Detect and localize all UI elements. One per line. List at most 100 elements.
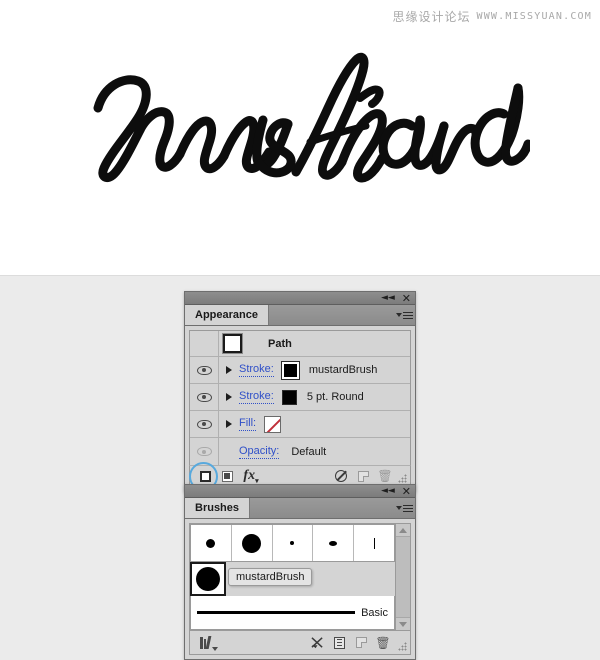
brush-libraries-icon	[200, 635, 212, 649]
duplicate-page-icon	[357, 470, 369, 482]
scroll-down-button[interactable]	[396, 617, 410, 630]
target-label: Path	[268, 337, 292, 350]
appearance-body: Path Stroke: mustardBrush Stroke: 5 pt. …	[185, 326, 415, 491]
add-new-fill-button[interactable]	[216, 467, 238, 485]
chevron-down-icon	[211, 646, 218, 651]
brushes-panel[interactable]: ◄◄ ✕ Brushes mustardBrush Basic 🗑	[184, 484, 416, 660]
resize-grip[interactable]	[398, 642, 407, 651]
visibility-toggle-stroke-2[interactable]	[190, 384, 219, 410]
basic-brush-label: Basic	[361, 606, 388, 619]
watermark-url: WWW.MISSYUAN.COM	[476, 11, 592, 22]
stroke-swatch-2[interactable]	[281, 389, 297, 405]
panel-menu-button[interactable]	[393, 498, 415, 518]
hamburger-icon	[402, 311, 413, 319]
watermark: 思缘设计论坛 WWW.MISSYUAN.COM	[392, 8, 592, 25]
brush-line-thin[interactable]	[354, 525, 394, 561]
appearance-row-fill[interactable]: Fill:	[190, 411, 410, 438]
brushes-main-column: mustardBrush Basic	[190, 524, 395, 630]
new-brush-button[interactable]	[350, 634, 372, 652]
brush-thumb	[373, 537, 375, 549]
tooltip-mustardbrush: mustardBrush	[228, 568, 313, 586]
stroke-value-2: 5 pt. Round	[306, 391, 364, 403]
opacity-value: Default	[291, 445, 327, 458]
circle-slash-icon	[335, 470, 347, 482]
watermark-site-name: 思缘设计论坛	[392, 10, 471, 24]
add-new-effect-button[interactable]: fx▾	[238, 467, 264, 485]
duplicate-item-button[interactable]	[352, 467, 374, 485]
mustard-lettering-artwork[interactable]	[60, 50, 530, 190]
eye-icon	[196, 419, 212, 429]
stroke-swatch-1[interactable]	[280, 360, 300, 380]
scroll-up-button[interactable]	[396, 524, 410, 537]
appearance-tabbar: Appearance	[185, 305, 415, 326]
brush-libraries-menu-button[interactable]	[194, 634, 224, 652]
appearance-row-stroke-2[interactable]: Stroke: 5 pt. Round	[190, 384, 410, 411]
brush-dot-small[interactable]	[191, 525, 232, 561]
opacity-label[interactable]: Opacity:	[239, 445, 280, 459]
fill-swatch-none[interactable]	[264, 415, 282, 433]
brushes-footer-toolbar: 🗑	[189, 631, 411, 655]
fx-icon: fx▾	[243, 467, 259, 485]
hamburger-icon	[402, 504, 413, 512]
close-icon[interactable]: ✕	[402, 293, 411, 304]
target-eye-placeholder	[190, 331, 219, 356]
brush-options-button[interactable]	[328, 634, 350, 652]
remove-brush-stroke-button[interactable]	[306, 634, 328, 652]
disclosure-triangle-stroke-1[interactable]	[219, 366, 239, 374]
stroke-label-1[interactable]: Stroke:	[239, 363, 274, 377]
appearance-row-stroke-1[interactable]: Stroke: mustardBrush	[190, 357, 410, 384]
appearance-titlebar[interactable]: ◄◄ ✕	[185, 292, 415, 305]
scrollbar-track[interactable]	[396, 537, 410, 617]
disclosure-triangle-fill[interactable]	[219, 420, 239, 428]
disclosure-triangle-stroke-2[interactable]	[219, 393, 239, 401]
appearance-row-opacity[interactable]: Opacity: Default	[190, 438, 410, 465]
eye-icon-disabled	[196, 447, 212, 456]
brushes-content: mustardBrush Basic	[189, 523, 411, 631]
tab-appearance-label: Appearance	[195, 309, 258, 321]
tab-brushes-label: Brushes	[195, 502, 240, 514]
brush-dot-large[interactable]	[231, 525, 273, 561]
new-stroke-icon	[199, 470, 211, 482]
visibility-toggle-fill[interactable]	[190, 411, 219, 437]
tabbar-filler	[269, 305, 393, 325]
delete-brush-button[interactable]: 🗑	[372, 634, 394, 652]
brush-oval-small[interactable]	[313, 525, 355, 561]
tab-brushes[interactable]: Brushes	[185, 498, 251, 518]
brush-thumb	[329, 540, 338, 546]
trash-icon: 🗑	[377, 469, 393, 483]
path-thumbnail-icon	[222, 333, 243, 354]
brushes-grid-row-2: mustardBrush	[190, 562, 395, 596]
trash-icon: 🗑	[375, 635, 391, 650]
brushes-scrollbar[interactable]	[395, 524, 410, 630]
close-icon[interactable]: ✕	[402, 486, 411, 497]
panel-menu-button[interactable]	[393, 305, 415, 325]
collapse-double-arrow-icon[interactable]: ◄◄	[381, 293, 395, 303]
visibility-toggle-opacity	[190, 438, 219, 465]
new-fill-icon	[221, 470, 233, 482]
fill-label[interactable]: Fill:	[239, 417, 257, 431]
brush-item-mustardbrush[interactable]	[190, 562, 226, 596]
resize-grip[interactable]	[398, 474, 407, 483]
brush-thumb	[206, 538, 216, 548]
triangle-right-icon	[226, 420, 232, 428]
delete-item-button[interactable]: 🗑	[374, 467, 396, 485]
appearance-target-row[interactable]: Path	[190, 331, 410, 357]
appearance-panel[interactable]: ◄◄ ✕ Appearance Path Stroke: mustardBrus…	[184, 291, 416, 492]
triangle-right-icon	[226, 366, 232, 374]
stroke-label-2[interactable]: Stroke:	[239, 390, 274, 404]
brush-thumb	[242, 533, 262, 553]
clear-appearance-button[interactable]	[330, 467, 352, 485]
tab-appearance[interactable]: Appearance	[185, 305, 269, 325]
add-new-stroke-button[interactable]	[189, 462, 218, 491]
brush-item-basic[interactable]: Basic	[190, 596, 395, 630]
tabbar-filler	[250, 498, 393, 518]
brush-thumb	[290, 541, 295, 545]
brushes-titlebar[interactable]: ◄◄ ✕	[185, 485, 415, 498]
brushes-grid-row-1	[190, 524, 395, 562]
brushes-tabbar: Brushes	[185, 498, 415, 519]
artboard-canvas: 思缘设计论坛 WWW.MISSYUAN.COM	[0, 0, 600, 276]
chevron-down-icon	[395, 506, 402, 510]
brush-dot-tiny[interactable]	[272, 525, 314, 561]
visibility-toggle-stroke-1[interactable]	[190, 357, 219, 383]
collapse-double-arrow-icon[interactable]: ◄◄	[381, 486, 395, 496]
